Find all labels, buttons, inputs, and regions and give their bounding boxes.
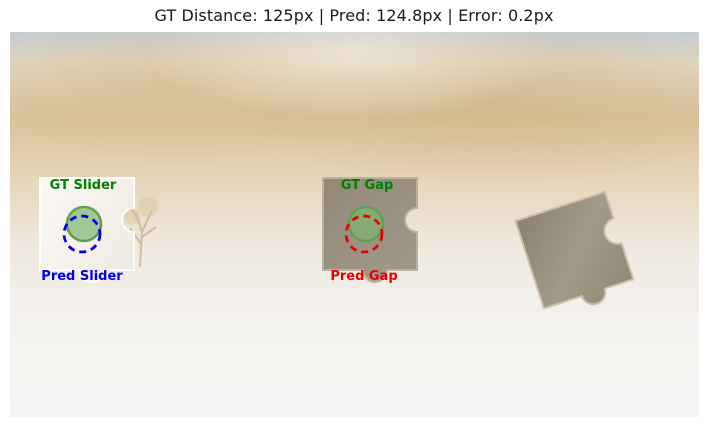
pred-gap-label: Pred Gap — [330, 269, 397, 284]
gt-slider-label: GT Slider — [50, 178, 117, 193]
pred-slider-label: Pred Slider — [41, 269, 123, 284]
figure-title: GT Distance: 125px | Pred: 124.8px | Err… — [154, 6, 554, 25]
captcha-image: GT Slider Pred Slider GT Gap Pred Gap — [10, 32, 699, 417]
figure: GT Distance: 125px | Pred: 124.8px | Err… — [0, 0, 708, 427]
gt-gap-label: GT Gap — [341, 178, 394, 193]
